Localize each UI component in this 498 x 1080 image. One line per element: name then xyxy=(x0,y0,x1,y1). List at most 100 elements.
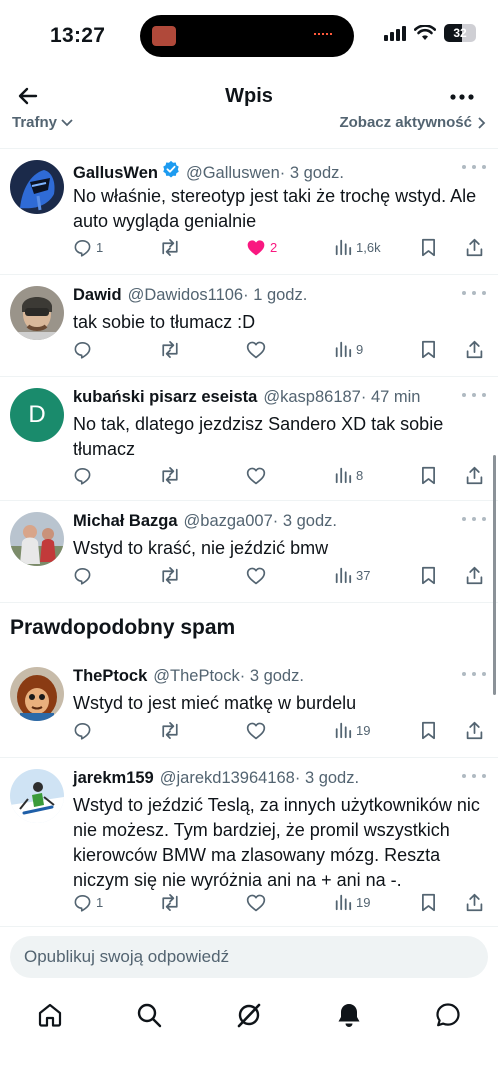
author-name[interactable]: Dawid xyxy=(73,286,122,305)
author-name[interactable]: kubański pisarz eseista xyxy=(73,388,257,407)
author-handle[interactable]: @Dawidos1106 xyxy=(128,286,244,305)
nav-grok[interactable] xyxy=(234,1000,264,1030)
retweet-button[interactable] xyxy=(159,238,185,257)
retweet-icon xyxy=(162,467,178,484)
share-icon xyxy=(466,721,483,740)
author-handle[interactable]: @Galluswen xyxy=(186,164,280,183)
cellular-signal-icon xyxy=(384,25,406,41)
retweet-icon xyxy=(162,341,178,358)
views-count: 8 xyxy=(356,467,364,483)
views-icon xyxy=(335,894,352,911)
like-button[interactable]: 2 xyxy=(246,238,277,257)
nav-messages[interactable] xyxy=(433,1000,463,1030)
author-handle[interactable]: @ThePtock xyxy=(153,667,239,686)
reply-button[interactable] xyxy=(73,721,96,740)
share-button[interactable] xyxy=(465,721,484,740)
bookmark-button[interactable] xyxy=(420,721,437,740)
author-name[interactable]: ThePtock xyxy=(73,667,147,686)
chevron-right-icon xyxy=(478,116,486,129)
author-handle[interactable]: @jarekd13964168 xyxy=(160,769,295,788)
reply-button[interactable]: 1 xyxy=(73,893,103,912)
avatar[interactable] xyxy=(10,769,64,823)
author-name[interactable]: GallusWen xyxy=(73,164,158,183)
avatar[interactable] xyxy=(10,286,64,340)
avatar[interactable]: D xyxy=(10,388,64,442)
reply-count: 1 xyxy=(96,240,104,255)
like-button[interactable] xyxy=(246,893,270,912)
tweet-more-button[interactable] xyxy=(462,667,486,681)
bookmark-button[interactable] xyxy=(420,340,437,359)
wifi-icon xyxy=(414,25,436,40)
battery-level: 32 xyxy=(453,26,467,40)
views-count: 37 xyxy=(356,567,371,583)
retweet-button[interactable] xyxy=(159,893,185,912)
view-activity-link[interactable]: Zobacz aktywność xyxy=(339,114,486,131)
retweet-button[interactable] xyxy=(159,466,185,485)
share-button[interactable] xyxy=(465,238,484,257)
views-icon xyxy=(335,467,352,484)
like-button[interactable] xyxy=(246,721,270,740)
more-horizontal-icon xyxy=(450,94,474,100)
more-options-button[interactable] xyxy=(448,83,476,111)
bookmark-button[interactable] xyxy=(420,238,437,257)
avatar[interactable] xyxy=(10,667,64,721)
retweet-button[interactable] xyxy=(159,721,185,740)
tweet-more-button[interactable] xyxy=(462,512,486,526)
tweet-more-button[interactable] xyxy=(462,286,486,300)
reply-icon xyxy=(74,567,91,585)
views-button[interactable]: 8 xyxy=(334,466,363,484)
bottom-navigation xyxy=(0,992,498,1036)
like-button[interactable] xyxy=(246,466,270,485)
author-handle[interactable]: @bazga007 xyxy=(184,512,273,531)
retweet-button[interactable] xyxy=(159,566,185,585)
like-button[interactable] xyxy=(246,340,270,359)
like-icon xyxy=(246,467,266,485)
share-button[interactable] xyxy=(465,466,484,485)
share-button[interactable] xyxy=(465,893,484,912)
bookmark-button[interactable] xyxy=(420,893,437,912)
reply-input[interactable]: Opublikuj swoją odpowiedź xyxy=(10,936,488,978)
nav-search[interactable] xyxy=(134,1000,164,1030)
bookmark-button[interactable] xyxy=(420,466,437,485)
tweet-time: · 47 min xyxy=(360,388,421,406)
views-button[interactable]: 19 xyxy=(334,893,370,911)
views-count: 1,6k xyxy=(356,239,381,255)
tweet-more-button[interactable] xyxy=(462,160,486,174)
views-button[interactable]: 19 xyxy=(334,721,370,739)
scrollbar[interactable] xyxy=(493,455,496,695)
views-button[interactable]: 9 xyxy=(334,340,363,358)
tweet-more-button[interactable] xyxy=(462,388,486,402)
tweet-actions: 1 2 1,6k xyxy=(73,238,484,262)
tweet-actions: 37 xyxy=(73,566,484,590)
divider xyxy=(0,602,498,603)
avatar[interactable] xyxy=(10,512,64,566)
like-icon xyxy=(246,722,266,740)
nav-home[interactable] xyxy=(35,1000,65,1030)
author-name[interactable]: jarekm159 xyxy=(73,769,154,788)
reply-button[interactable] xyxy=(73,340,96,359)
dynamic-island xyxy=(140,15,354,57)
like-button[interactable] xyxy=(246,566,270,585)
views-icon xyxy=(335,722,352,739)
share-button[interactable] xyxy=(465,340,484,359)
sort-dropdown[interactable]: Trafny xyxy=(12,114,73,131)
author-name[interactable]: Michał Bazga xyxy=(73,512,178,531)
tweet-more-button[interactable] xyxy=(462,769,486,783)
retweet-icon xyxy=(162,567,178,584)
nav-notifications[interactable] xyxy=(334,1000,364,1030)
views-button[interactable]: 1,6k xyxy=(334,238,381,256)
reply-button[interactable]: 1 xyxy=(73,238,103,257)
reply-button[interactable] xyxy=(73,466,96,485)
reply-button[interactable] xyxy=(73,566,96,585)
views-button[interactable]: 37 xyxy=(334,566,370,584)
retweet-button[interactable] xyxy=(159,340,185,359)
activity-label: Zobacz aktywność xyxy=(339,114,472,131)
author-handle[interactable]: @kasp86187 xyxy=(263,388,361,407)
reply-sort-bar: Trafny Zobacz aktywność xyxy=(0,112,498,134)
avatar[interactable] xyxy=(10,160,64,214)
share-icon xyxy=(466,893,483,912)
bookmark-icon xyxy=(422,893,435,912)
share-button[interactable] xyxy=(465,566,484,585)
reply-icon xyxy=(74,341,91,359)
bookmark-button[interactable] xyxy=(420,566,437,585)
